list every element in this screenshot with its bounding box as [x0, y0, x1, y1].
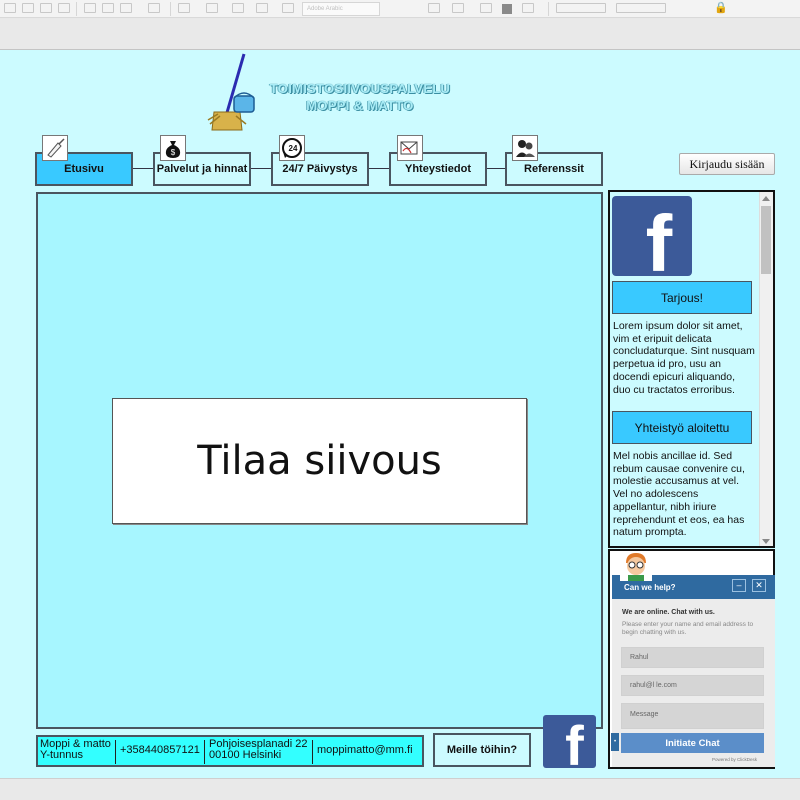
text-format-icon[interactable]: [282, 3, 294, 13]
footer-email[interactable]: moppimatto@mm.fi: [317, 745, 413, 756]
cooperation-text: Mel nobis ancillae id. Sed rebum causae …: [613, 450, 745, 539]
jobs-button[interactable]: Meille töihin?: [433, 733, 531, 767]
italic-icon[interactable]: [452, 3, 464, 13]
toolbar-divider: [76, 2, 77, 16]
footer-company: Moppi & matto Y-tunnus: [40, 739, 111, 761]
font-color-icon[interactable]: [480, 3, 492, 13]
stroke-width-select[interactable]: [556, 3, 606, 13]
footer-divider: [204, 740, 205, 764]
initiate-chat-button[interactable]: Initiate Chat: [621, 733, 764, 753]
footer-divider: [115, 740, 116, 764]
border-icon[interactable]: [522, 3, 534, 13]
chat-title: Can we help?: [624, 583, 676, 592]
order-cleaning-button[interactable]: Tilaa siivous: [112, 398, 527, 524]
broom-icon: [42, 135, 68, 161]
facebook-icon[interactable]: f: [543, 715, 596, 768]
chat-minimize-button[interactable]: –: [732, 579, 746, 592]
toolbar-divider: [548, 2, 549, 16]
lock-icon[interactable]: 🔒: [714, 1, 728, 14]
chat-online-status: We are online. Chat with us.: [622, 609, 715, 616]
nav-tab-label: Etusivu: [64, 163, 104, 175]
group-icon[interactable]: [206, 3, 218, 13]
cooperation-button[interactable]: Yhteistyö aloitettu: [612, 411, 752, 444]
toolbar-divider: [170, 2, 171, 16]
distribute-v-icon[interactable]: [102, 3, 114, 13]
toolbar-gap: [0, 19, 800, 49]
money-bag-icon: $: [160, 135, 186, 161]
nav-connector: [487, 168, 505, 169]
nav-tab-label: Palvelut ja hinnat: [156, 163, 248, 175]
chat-hint: Please enter your name and email address…: [622, 621, 754, 636]
stroke-style-select[interactable]: [616, 3, 666, 13]
scroll-down-arrow-icon[interactable]: [762, 539, 770, 544]
offer-text: Lorem ipsum dolor sit amet, vim et eripu…: [613, 320, 755, 396]
cooperation-button-label: Yhteistyö aloitettu: [634, 420, 730, 435]
order-cleaning-label: Tilaa siivous: [197, 438, 442, 484]
nav-connector: [133, 168, 153, 169]
footer-address: Pohjoisesplanadi 22 00100 Helsinki: [209, 739, 307, 761]
arrange-icon[interactable]: [178, 3, 190, 13]
site-title-line1: TOIMISTOSIIVOUSPALVELU: [269, 81, 451, 96]
footer-city: 00100 Helsinki: [209, 749, 282, 761]
nav-connector: [251, 168, 271, 169]
fill-color-swatch[interactable]: [502, 4, 512, 14]
spacing-icon[interactable]: [120, 3, 132, 13]
align-left-icon[interactable]: [4, 3, 16, 13]
jobs-button-label: Meille töihin?: [446, 744, 518, 756]
chat-message-field[interactable]: Message: [621, 703, 764, 729]
align-right-icon[interactable]: [40, 3, 52, 13]
editor-toolbar: Adobe Arabic 🔒: [0, 0, 800, 18]
chat-powered-by: Powered by ClickDesk: [712, 757, 758, 762]
phone-24-icon: 24: [279, 135, 305, 161]
footer-business-id: Y-tunnus: [40, 749, 84, 761]
scrollbar-thumb[interactable]: [761, 206, 771, 274]
nav-tab-label: 24/7 Päivystys: [282, 163, 358, 175]
people-icon: [512, 135, 538, 161]
nav-connector: [369, 168, 389, 169]
bottom-scroll-area: [0, 778, 800, 800]
nav-tab-label: Referenssit: [524, 163, 584, 175]
site-title-line2: MOPPI & MATTO: [306, 98, 414, 113]
chart-icon[interactable]: [148, 3, 160, 13]
contact-icon: [397, 135, 423, 161]
initiate-chat-label: Initiate Chat: [665, 737, 720, 749]
layer-icon[interactable]: [232, 3, 244, 13]
footer-divider: [312, 740, 313, 764]
distribute-icon[interactable]: [84, 3, 96, 13]
font-family-select[interactable]: Adobe Arabic: [302, 2, 380, 16]
svg-text:24: 24: [289, 144, 298, 153]
align-center-icon[interactable]: [22, 3, 34, 13]
chat-close-button[interactable]: ✕: [752, 579, 766, 592]
chat-side-tab[interactable]: •: [611, 733, 619, 751]
chat-agent-avatar: [620, 551, 652, 581]
offer-button[interactable]: Tarjous!: [612, 281, 752, 314]
chat-email-field[interactable]: rahul@l le.com: [621, 675, 764, 696]
align-justify-icon[interactable]: [58, 3, 70, 13]
login-button[interactable]: Kirjaudu sisään: [679, 153, 775, 175]
bold-icon[interactable]: [428, 3, 440, 13]
svg-text:$: $: [171, 148, 176, 157]
site-title: TOIMISTOSIIVOUSPALVELU MOPPI & MATTO: [240, 80, 480, 114]
login-button-label: Kirjaudu sisään: [689, 156, 765, 171]
footer-phone[interactable]: +358440857121: [120, 745, 200, 756]
nav-tab-label: Yhteystiedot: [404, 163, 471, 175]
offer-button-label: Tarjous!: [660, 290, 704, 305]
facebook-icon[interactable]: f: [612, 196, 692, 276]
order-icon[interactable]: [256, 3, 268, 13]
scroll-up-arrow-icon[interactable]: [762, 196, 770, 201]
chat-name-field[interactable]: Rahul: [621, 647, 764, 668]
